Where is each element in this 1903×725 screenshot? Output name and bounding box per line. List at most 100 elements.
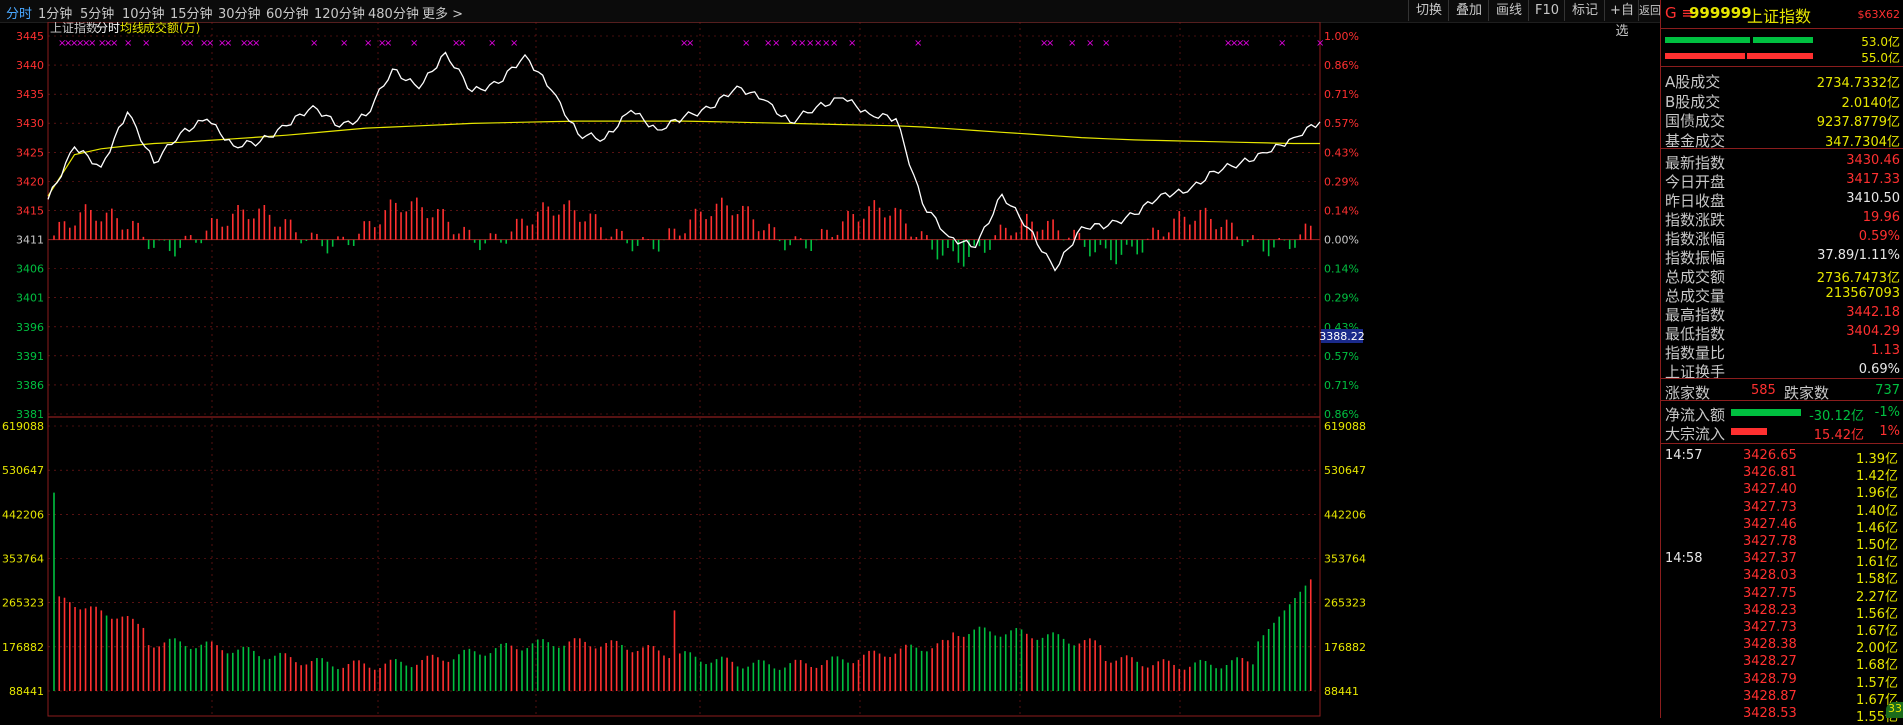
index-stat-row: 指数涨幅 0.59% [1661, 227, 1903, 248]
chart-frame [47, 21, 1321, 717]
turnover-row: 基金成交 347.7304亿 [1661, 129, 1903, 150]
stat-value: 213567093 [1825, 286, 1900, 301]
turnover-row: A股成交 2734.7332亿 [1661, 70, 1903, 91]
breadth-row: 涨家数 585 跌家数 737 [1661, 381, 1903, 402]
period-tab-intraday[interactable]: 分时 [6, 3, 32, 22]
tick-row: 3426.81 1.42亿 [1661, 463, 1903, 484]
turnover-value: 9237.8779亿 [1816, 115, 1900, 130]
chart-legend: 上证指数分时 均线成交额(万) [50, 20, 200, 35]
tick-row: 3427.40 1.96亿 [1661, 480, 1903, 501]
tick-row: 3427.46 1.46亿 [1661, 515, 1903, 536]
period-tab-120min[interactable]: 120分钟 [314, 3, 365, 22]
pct-axis-label: 1.00% [1324, 30, 1359, 43]
signal-marker: × [1278, 38, 1286, 49]
back-button[interactable]: 返回 [1638, 0, 1661, 21]
legend-volume: 成交额(万) [143, 22, 200, 35]
turnover-value: 2.0140亿 [1841, 95, 1901, 111]
volume-axis-label-right: 176882 [1324, 641, 1366, 654]
tick-row: 14:58 3427.37 1.61亿 [1661, 549, 1903, 570]
period-tab-5min[interactable]: 5分钟 [80, 3, 114, 22]
signal-markers: ×××××× ××× × × ×× ×× ×× ××× × × × ×× × ×× × × ×× × × × × × × × ×… [58, 38, 1324, 49]
stat-value: 3430.46 [1846, 153, 1900, 168]
turnover-row: B股成交 2.0140亿 [1661, 90, 1903, 111]
buy-bar-1 [1665, 37, 1750, 43]
intraday-chart[interactable]: × × × × × × × × × × × × × × × × × × × × × × × × × × × × × × × × × × × × × × × ×… [0, 20, 1660, 718]
volume-bars [53, 492, 1312, 691]
signal-marker: × [384, 38, 392, 49]
turnover-value: 2734.7332亿 [1816, 76, 1900, 91]
mark-button[interactable]: 标记 [1564, 0, 1605, 21]
index-stat-row: 昨日收盘 3410.50 [1661, 189, 1903, 210]
index-stat-row: 指数涨跌 19.96 [1661, 208, 1903, 229]
period-tab-1min[interactable]: 1分钟 [38, 3, 72, 22]
index-stat-row: 最新指数 3430.46 [1661, 151, 1903, 172]
turnover-row: 国债成交 9237.8779亿 [1661, 109, 1903, 130]
period-tab-480min[interactable]: 480分钟 [368, 3, 419, 22]
price-axis-label: 3406 [16, 263, 44, 276]
signal-marker: × [742, 38, 750, 49]
index-stat-row: 最低指数 3404.29 [1661, 322, 1903, 343]
draw-line-button[interactable]: 画线 [1488, 0, 1529, 21]
stat-value: 37.89/1.11% [1817, 248, 1900, 263]
price-axis-label: 3420 [16, 175, 44, 188]
volume-axis-label-right: 353764 [1324, 553, 1366, 566]
period-tab-more[interactable]: 更多 > [422, 3, 463, 22]
tick-price: 3428.38 [1743, 637, 1797, 653]
f10-button[interactable]: F10 [1528, 0, 1565, 21]
signal-marker: × [252, 38, 260, 49]
tick-price: 3427.73 [1743, 499, 1797, 515]
signal-marker: × [510, 38, 518, 49]
overlay-button[interactable]: 叠加 [1448, 0, 1489, 21]
stat-value: 1.13 [1871, 343, 1900, 358]
period-toolbar: 分时 1分钟 5分钟 10分钟 15分钟 30分钟 60分钟 120分钟 480… [0, 0, 1661, 39]
tick-price: 3427.73 [1743, 620, 1797, 635]
signal-marker: × [848, 38, 856, 49]
price-axis-label: 3386 [16, 379, 44, 392]
tick-price: 3427.37 [1743, 551, 1797, 567]
sell-bar-1 [1665, 53, 1745, 59]
signal-marker: × [186, 38, 194, 49]
signal-marker: × [458, 38, 466, 49]
switch-button[interactable]: 切换 [1408, 0, 1449, 21]
volume-axis-label: 265323 [2, 597, 44, 610]
buy-bar-2 [1753, 37, 1813, 43]
signal-marker: × [1102, 38, 1110, 49]
tick-row: 3428.53 1.55亿 [1661, 704, 1903, 725]
signal-marker: × [110, 38, 118, 49]
stat-value: 3410.50 [1846, 191, 1900, 206]
signal-marker: × [1242, 38, 1250, 49]
average-line [47, 120, 1320, 197]
volume-axis-label-right: 88441 [1324, 685, 1359, 698]
pct-axis-label: 0.00% [1324, 234, 1359, 247]
tick-price: 3427.46 [1743, 516, 1797, 532]
pct-axis-label: 0.29% [1324, 175, 1359, 188]
signal-marker: × [830, 38, 838, 49]
chart-grid [47, 21, 1321, 717]
period-tab-60min[interactable]: 60分钟 [266, 3, 309, 22]
stat-value: 3442.18 [1846, 305, 1900, 320]
pct-axis-label: 0.29% [1324, 292, 1359, 305]
quote-panel: G ≡ 999999 上证指数 $63X62 53.0亿 55.0亿 A股成交 2… [1660, 0, 1903, 725]
pct-axis-label: 0.14% [1324, 204, 1359, 217]
signal-marker: × [88, 38, 96, 49]
pct-axis-label: 0.57% [1324, 350, 1359, 363]
signal-marker: × [914, 38, 922, 49]
period-tab-15min[interactable]: 15分钟 [170, 3, 213, 22]
signal-marker: × [224, 38, 232, 49]
pct-axis-label: 0.43% [1324, 146, 1359, 159]
chart-canvas[interactable]: ×××××× ××× × × ×× ×× ×× ××× × × × ×× × ×× × × ×× × × × × × × × ×… [0, 20, 1660, 718]
tag-label: $63X62 [1857, 8, 1900, 21]
stat-value: 0.59% [1858, 229, 1900, 244]
block-inflow-row: 大宗流入 15.42亿 1% [1661, 422, 1903, 443]
tick-row: 3428.38 2.00亿 [1661, 635, 1903, 656]
corner-badge: 33 [1886, 702, 1903, 718]
tick-row: 3428.27 1.68亿 [1661, 652, 1903, 673]
volume-axis-label: 353764 [2, 553, 44, 566]
index-stat-row: 指数量比 1.13 [1661, 341, 1903, 362]
period-tab-30min[interactable]: 30分钟 [218, 3, 261, 22]
add-watchlist-button[interactable]: +自选 [1604, 0, 1639, 39]
block-inflow-label: 大宗流入 [1665, 425, 1726, 443]
decliners-count: 737 [1875, 383, 1900, 398]
tick-price: 3428.87 [1743, 688, 1797, 704]
period-tab-10min[interactable]: 10分钟 [122, 3, 165, 22]
